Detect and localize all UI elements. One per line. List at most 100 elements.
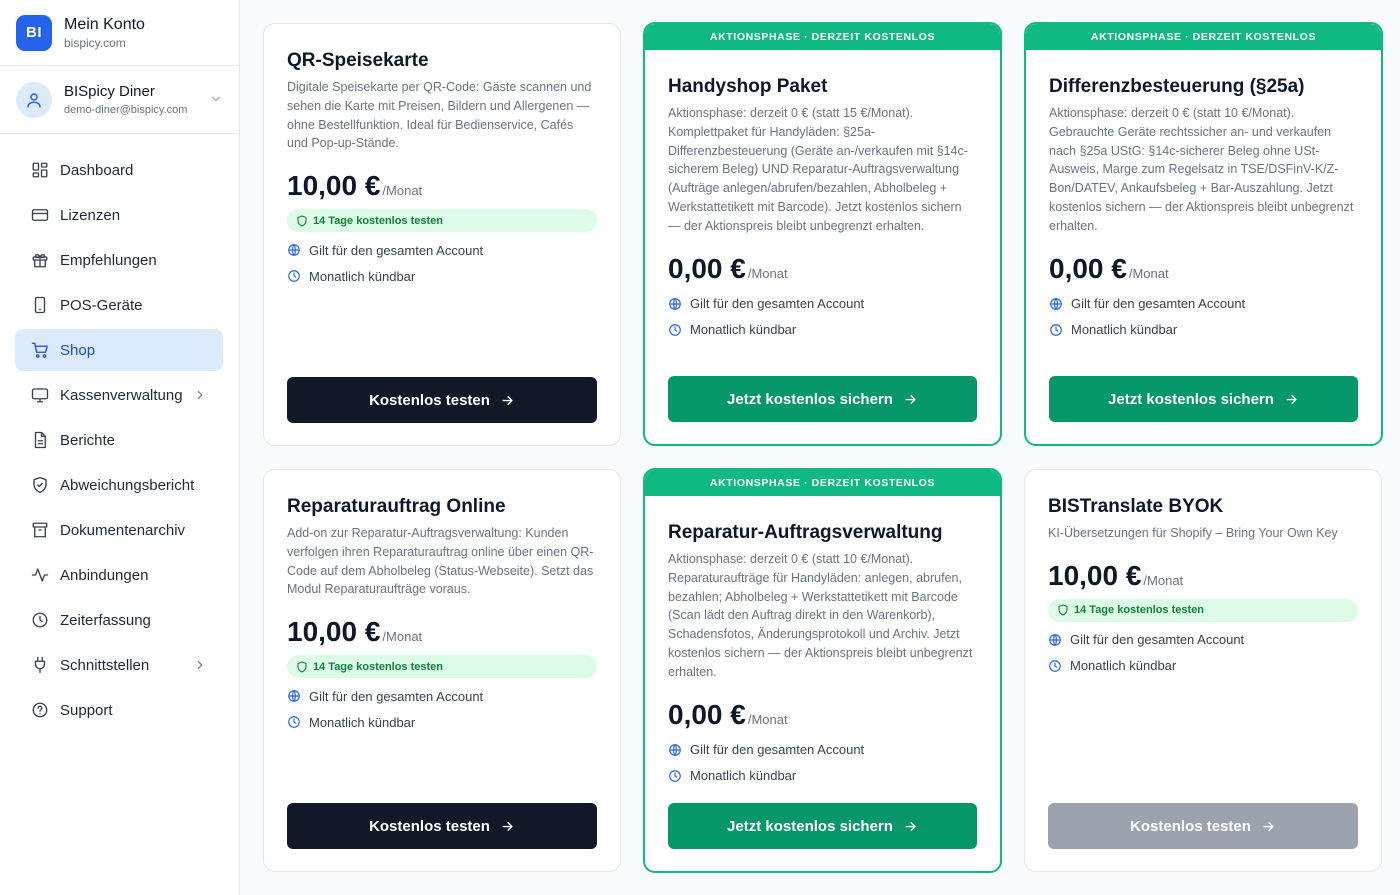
- sidebar-item-label: Zeiterfassung: [60, 611, 151, 629]
- card-title: QR-Speisekarte: [287, 50, 429, 71]
- archive-icon: [31, 521, 49, 539]
- feature-label: Monatlich kündbar: [690, 768, 797, 784]
- try-free-button[interactable]: Kostenlos testen: [1048, 803, 1358, 849]
- card-title: Handyshop Paket: [668, 76, 828, 97]
- globe-icon: [288, 690, 300, 703]
- sidebar-item-lizenzen[interactable]: Lizenzen: [15, 194, 223, 236]
- shield-icon: [297, 661, 307, 673]
- button-label: Jetzt kostenlos sichern: [727, 817, 893, 835]
- device-icon: [31, 296, 49, 314]
- globe-icon: [1049, 633, 1061, 646]
- monitor-icon: [31, 386, 49, 404]
- trial-badge: 14 Tage kostenlos testen: [287, 655, 597, 679]
- price-period: /Monat: [747, 265, 788, 281]
- feature-cancel: Monatlich kündbar: [287, 268, 597, 284]
- account-header: BI Mein Konto bispicy.com: [0, 0, 239, 66]
- secure-free-button[interactable]: Jetzt kostenlos sichern: [1049, 376, 1358, 422]
- arrow-right-icon: [1286, 394, 1297, 404]
- trial-label: 14 Tage kostenlos testen: [313, 660, 444, 673]
- product-card-qr-speisekarte: QR-Speisekarte Digitale Speisekarte per …: [263, 23, 621, 446]
- card-description: Aktionsphase: derzeit 0 € (statt 10 €/Mo…: [668, 552, 973, 679]
- feature-account: Gilt für den gesamten Account: [668, 742, 977, 758]
- sidebar-item-schnittstellen[interactable]: Schnittstellen: [15, 644, 223, 686]
- user-avatar-icon: [16, 81, 52, 118]
- sidebar-item-label: Berichte: [60, 431, 116, 449]
- grid-icon: [31, 161, 49, 179]
- feature-label: Monatlich kündbar: [309, 714, 416, 730]
- chevron-right-icon: [193, 388, 207, 406]
- globe-icon: [288, 244, 300, 257]
- activity-icon: [31, 566, 49, 584]
- button-label: Kostenlos testen: [369, 817, 490, 835]
- sidebar-item-berichte[interactable]: Berichte: [15, 419, 223, 461]
- sidebar-item-label: Anbindungen: [60, 566, 149, 584]
- shield-icon: [1058, 604, 1068, 616]
- price-period: /Monat: [382, 629, 423, 645]
- sidebar-item-kassenverwaltung[interactable]: Kassenverwaltung: [15, 374, 223, 416]
- feature-account: Gilt für den gesamten Account: [668, 296, 977, 312]
- sidebar-item-dokumentenarchiv[interactable]: Dokumentenarchiv: [15, 509, 223, 551]
- globe-icon: [669, 297, 681, 310]
- arrow-right-icon: [905, 394, 916, 404]
- card-price: 10,00 €: [1048, 559, 1142, 591]
- trial-badge: 14 Tage kostenlos testen: [1048, 598, 1358, 622]
- product-card-reparaturauftrag-online: Reparaturauftrag Online Add-on zur Repar…: [263, 469, 621, 872]
- feature-account: Gilt für den gesamten Account: [1049, 296, 1358, 312]
- sidebar-item-anbindungen[interactable]: Anbindungen: [15, 554, 223, 596]
- product-card-differenzbesteuerung: AKTIONSPHASE · DERZEIT KOSTENLOS Differe…: [1024, 22, 1383, 446]
- sidebar-item-zeiterfassung[interactable]: Zeiterfassung: [15, 599, 223, 641]
- promo-ribbon: AKTIONSPHASE · DERZEIT KOSTENLOS: [645, 24, 1000, 50]
- arrow-right-icon: [905, 821, 916, 831]
- feature-cancel: Monatlich kündbar: [287, 714, 597, 730]
- sidebar-item-support[interactable]: Support: [15, 689, 223, 731]
- feature-label: Gilt für den gesamten Account: [309, 688, 484, 704]
- sidebar-item-dashboard[interactable]: Dashboard: [15, 149, 223, 191]
- product-card-handyshop-paket: AKTIONSPHASE · DERZEIT KOSTENLOS Handysh…: [643, 22, 1002, 446]
- feature-cancel: Monatlich kündbar: [668, 768, 977, 784]
- card-price: 10,00 €: [287, 170, 381, 202]
- card-title: Reparatur-Auftragsverwaltung: [668, 522, 943, 543]
- sidebar-item-label: Shop: [60, 341, 96, 359]
- cart-icon: [31, 341, 49, 359]
- button-label: Jetzt kostenlos sichern: [727, 390, 893, 408]
- globe-icon: [669, 743, 681, 756]
- sidebar-item-shop[interactable]: Shop: [15, 329, 223, 371]
- feature-cancel: Monatlich kündbar: [1048, 658, 1358, 674]
- shield-icon: [31, 476, 49, 494]
- help-icon: [31, 701, 49, 719]
- sidebar-item-abweichungsbericht[interactable]: Abweichungsbericht: [15, 464, 223, 506]
- account-domain: bispicy.com: [64, 35, 126, 50]
- clock-icon: [288, 270, 300, 283]
- sidebar-nav: Dashboard Lizenzen Empfehlungen POS-Gerä…: [0, 134, 239, 731]
- feature-account: Gilt für den gesamten Account: [287, 242, 597, 258]
- secure-free-button[interactable]: Jetzt kostenlos sichern: [668, 803, 977, 849]
- clock-icon: [1050, 323, 1062, 336]
- card-description: Digitale Speisekarte per QR-Code: Gäste …: [287, 80, 592, 151]
- feature-label: Gilt für den gesamten Account: [690, 742, 865, 758]
- sidebar-item-pos-geraete[interactable]: POS-Geräte: [15, 284, 223, 326]
- promo-ribbon: AKTIONSPHASE · DERZEIT KOSTENLOS: [1026, 24, 1381, 50]
- card-title: Differenzbesteuerung (§25a): [1049, 76, 1305, 97]
- user-switcher[interactable]: BISpicy Diner demo-diner@bispicy.com: [0, 66, 239, 134]
- arrow-right-icon: [502, 821, 513, 831]
- chevron-down-icon: [209, 92, 223, 111]
- card-icon: [31, 206, 49, 224]
- account-logo: BI: [16, 14, 52, 51]
- sidebar-item-label: Lizenzen: [60, 206, 121, 224]
- gift-icon: [31, 251, 49, 269]
- price-period: /Monat: [1128, 265, 1169, 281]
- card-price: 10,00 €: [287, 616, 381, 648]
- sidebar-item-empfehlungen[interactable]: Empfehlungen: [15, 239, 223, 281]
- secure-free-button[interactable]: Jetzt kostenlos sichern: [668, 376, 977, 422]
- clock-icon: [1049, 659, 1061, 672]
- try-free-button[interactable]: Kostenlos testen: [287, 377, 597, 423]
- card-description: Aktionsphase: derzeit 0 € (statt 10 €/Mo…: [1049, 106, 1354, 233]
- feature-cancel: Monatlich kündbar: [668, 322, 977, 338]
- sidebar-item-label: Empfehlungen: [60, 251, 157, 269]
- feature-label: Gilt für den gesamten Account: [1070, 632, 1245, 648]
- clock-icon: [31, 611, 49, 629]
- feature-label: Gilt für den gesamten Account: [309, 242, 484, 258]
- price-period: /Monat: [382, 183, 423, 199]
- try-free-button[interactable]: Kostenlos testen: [287, 803, 597, 849]
- price-period: /Monat: [1143, 572, 1184, 588]
